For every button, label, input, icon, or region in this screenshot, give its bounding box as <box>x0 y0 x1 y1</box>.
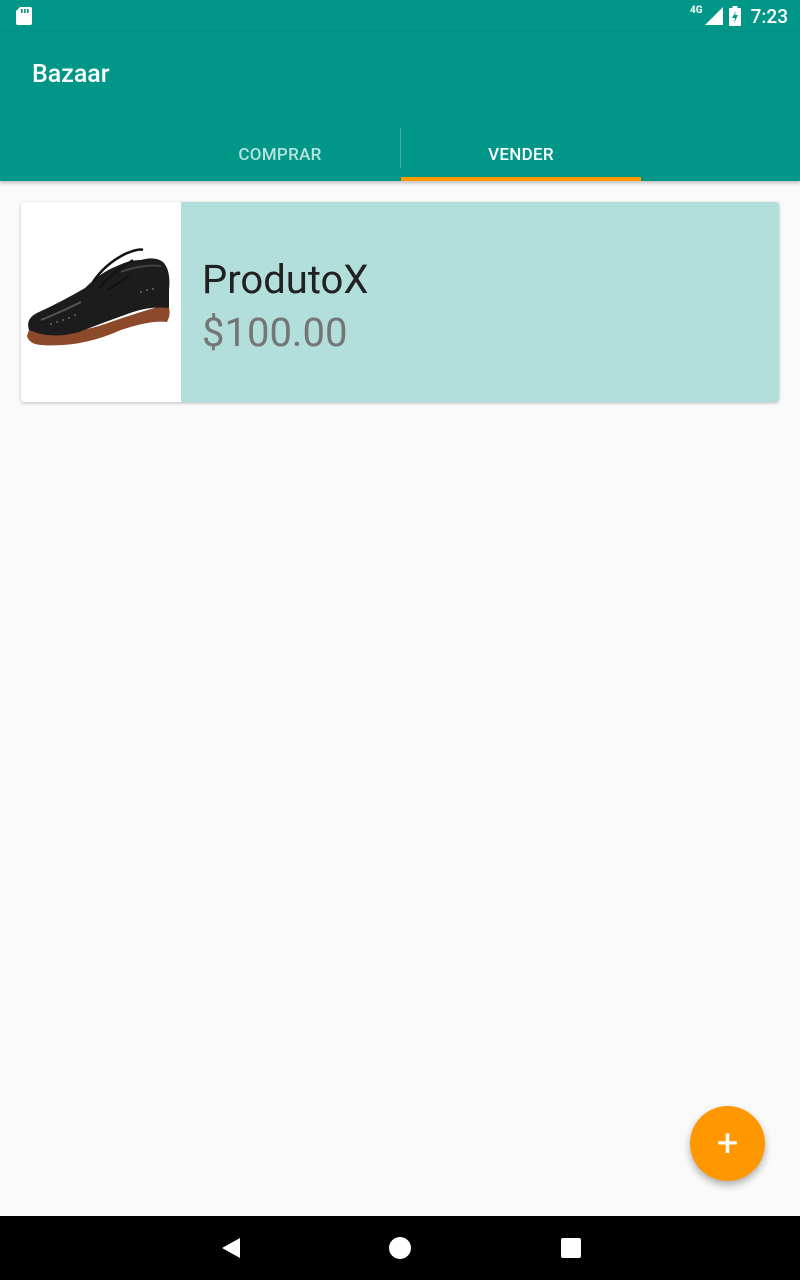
shoe-image <box>21 202 181 402</box>
tab-comprar[interactable]: COMPRAR <box>160 128 400 181</box>
app-bar: Bazaar COMPRAR VENDER <box>0 32 800 181</box>
add-icon: + <box>716 1121 739 1166</box>
back-icon[interactable] <box>220 1236 242 1260</box>
selected-tab-indicator <box>401 177 641 181</box>
network-type-label: 4G <box>690 4 703 16</box>
tab-vender[interactable]: VENDER <box>401 128 641 181</box>
product-card[interactable]: ProdutoX $100.00 <box>21 202 779 402</box>
signal-icon <box>704 7 723 25</box>
app-title: Bazaar <box>32 60 110 89</box>
recents-icon[interactable] <box>560 1237 582 1259</box>
shoe-illustration <box>27 248 170 346</box>
add-product-fab[interactable]: + <box>690 1106 765 1181</box>
product-name: ProdutoX <box>202 256 369 303</box>
clock: 7:23 <box>750 4 788 28</box>
tab-bar: COMPRAR VENDER <box>160 128 641 181</box>
battery-charging-icon <box>728 6 741 26</box>
sd-card-icon <box>16 7 32 25</box>
product-price: $100.00 <box>202 309 348 356</box>
system-navigation-bar <box>0 1216 800 1280</box>
status-bar: 4G 7:23 <box>0 0 800 32</box>
home-icon[interactable] <box>388 1236 412 1260</box>
